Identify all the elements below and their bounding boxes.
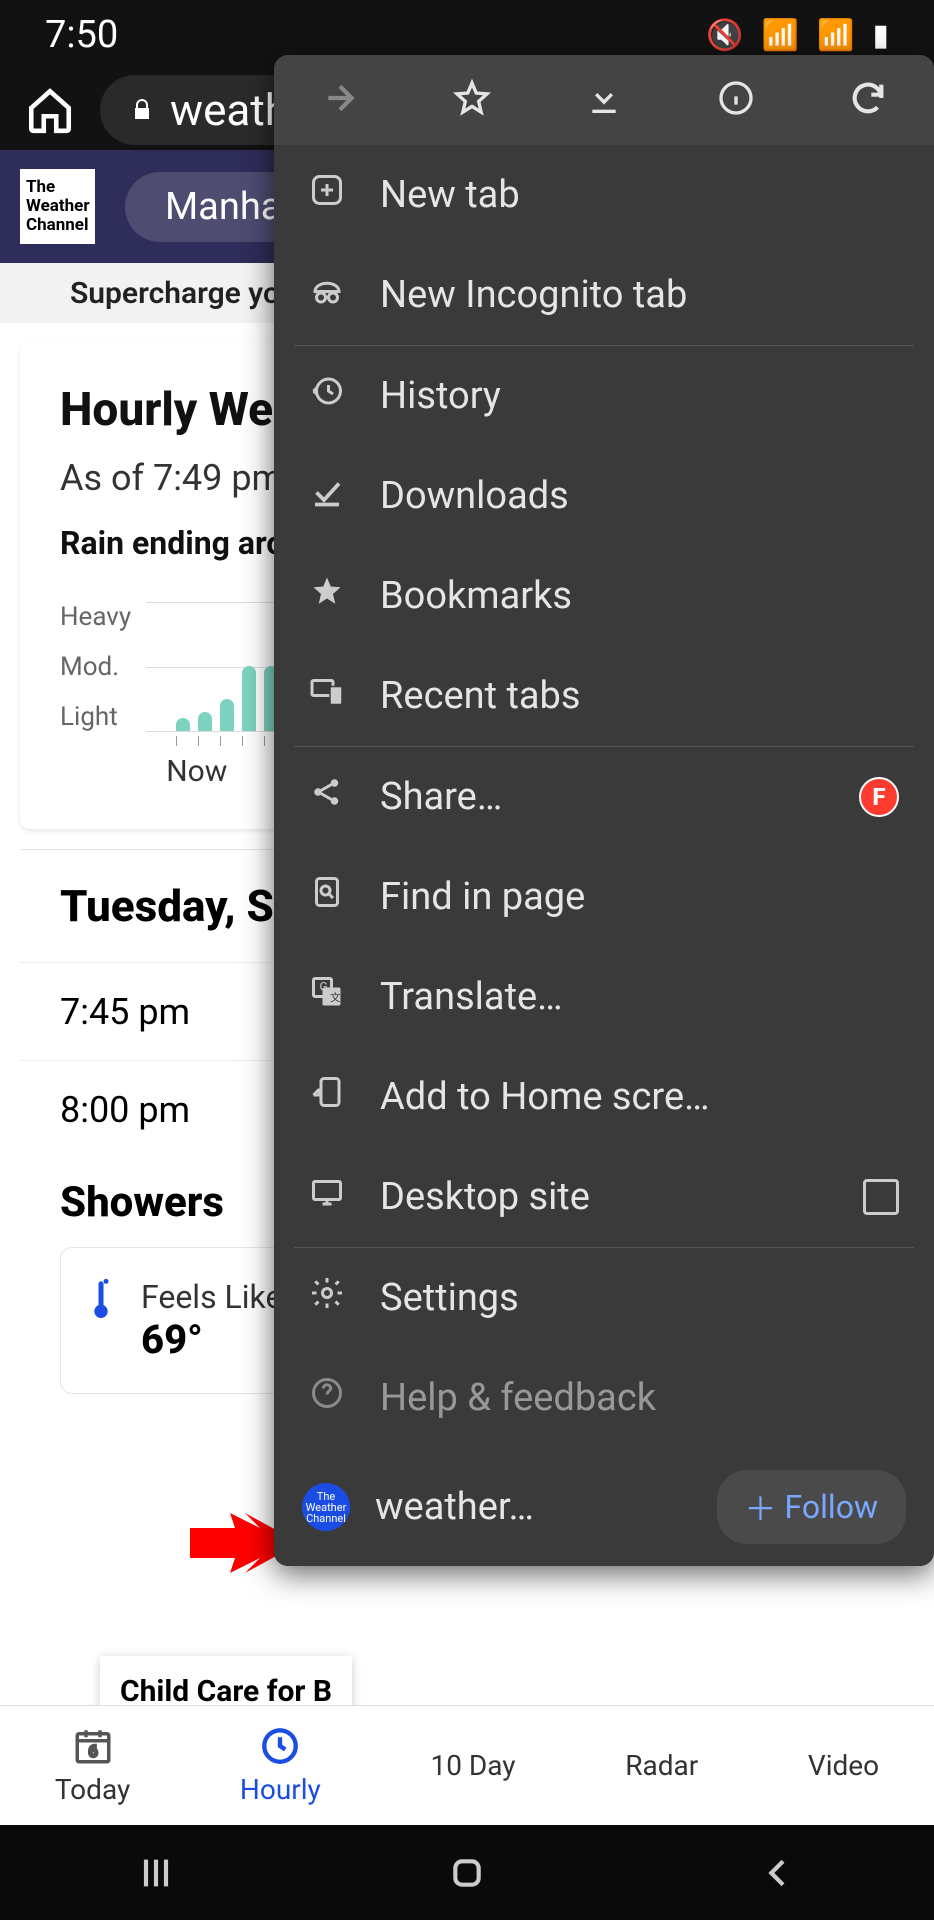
svg-text:G: G: [320, 980, 328, 994]
hour-time: 7:45 pm: [60, 991, 230, 1033]
download-button[interactable]: [584, 78, 624, 122]
tab-today[interactable]: 6 Today: [55, 1725, 130, 1806]
download-done-icon: [309, 473, 345, 519]
menu-item-help-feedback[interactable]: Help & feedback: [274, 1348, 934, 1448]
chart-bar: [176, 718, 190, 731]
hour-time: 8:00 pm: [60, 1089, 230, 1131]
desktop-site-checkbox[interactable]: [863, 1179, 899, 1215]
clock: 7:50: [45, 13, 118, 57]
menu-item-label: Bookmarks: [380, 574, 572, 618]
bookmark-button[interactable]: [452, 78, 492, 122]
find-icon: [309, 874, 345, 920]
tab-hourly[interactable]: Hourly: [240, 1725, 321, 1806]
menu-item-label: Recent tabs: [380, 674, 581, 718]
menu-item-recent-tabs[interactable]: Recent tabs: [274, 646, 934, 746]
menu-item-label: Add to Home scre…: [380, 1075, 710, 1119]
menu-item-label: New Incognito tab: [380, 273, 687, 317]
help-icon: [309, 1375, 345, 1421]
back-icon[interactable]: [758, 1853, 798, 1893]
menu-item-history[interactable]: History: [274, 346, 934, 446]
bottom-tabs: 6 Today Hourly 10 Day Radar Video: [0, 1705, 934, 1825]
menu-item-downloads[interactable]: Downloads: [274, 446, 934, 546]
chart-bar: [198, 712, 212, 732]
feels-label: Feels Like: [141, 1278, 282, 1316]
tab-radar[interactable]: Radar: [625, 1749, 698, 1782]
menu-item-add-to-home-scre[interactable]: Add to Home scre…: [274, 1047, 934, 1147]
mute-icon: 🔇: [706, 18, 743, 53]
menu-item-label: Desktop site: [380, 1175, 590, 1219]
home-nav-icon[interactable]: [447, 1853, 487, 1893]
home-icon[interactable]: [25, 85, 75, 135]
plus-box-icon: [309, 172, 345, 218]
add-home-icon: [309, 1074, 345, 1120]
tab-video[interactable]: Video: [808, 1749, 879, 1782]
menu-item-label: History: [380, 374, 501, 418]
menu-item-label: Find in page: [380, 875, 585, 919]
chart-bar: [242, 666, 256, 731]
chrome-menu: New tab New Incognito tab History Downloads…: [274, 55, 934, 1566]
forward-button[interactable]: [320, 78, 360, 122]
menu-item-desktop-site[interactable]: Desktop site: [274, 1147, 934, 1247]
svg-text:文: 文: [330, 991, 341, 1004]
ad-title: Child Care for B: [120, 1674, 332, 1709]
menu-item-label: Settings: [380, 1276, 519, 1320]
wifi-icon: 📶: [762, 18, 799, 53]
tab-10day[interactable]: 10 Day: [430, 1749, 515, 1782]
calendar-icon: 6: [72, 1725, 114, 1767]
menu-footer: TheWeatherChannel weather… ＋ Follow: [274, 1448, 934, 1566]
menu-item-bookmarks[interactable]: Bookmarks: [274, 546, 934, 646]
android-nav: [0, 1825, 934, 1920]
menu-item-translate[interactable]: G文 Translate…: [274, 947, 934, 1047]
menu-item-label: Help & feedback: [380, 1376, 656, 1420]
twc-logo[interactable]: The Weather Channel: [20, 169, 95, 244]
info-button[interactable]: [716, 78, 756, 122]
menu-item-new-incognito-tab[interactable]: New Incognito tab: [274, 245, 934, 345]
incognito-icon: [309, 272, 345, 318]
clock-icon: [259, 1725, 301, 1767]
plus-icon: ＋: [745, 1484, 777, 1530]
translate-icon: G文: [309, 974, 345, 1020]
menu-item-label: Downloads: [380, 474, 569, 518]
follow-button[interactable]: ＋ Follow: [717, 1470, 906, 1544]
site-name: weather…: [375, 1485, 692, 1529]
site-favicon: TheWeatherChannel: [302, 1483, 350, 1531]
menu-item-share[interactable]: Share… F: [274, 747, 934, 847]
share-icon: [309, 774, 345, 820]
menu-item-new-tab[interactable]: New tab: [274, 145, 934, 245]
gear-icon: [309, 1275, 345, 1321]
svg-text:6: 6: [88, 1742, 97, 1761]
menu-item-find-in-page[interactable]: Find in page: [274, 847, 934, 947]
battery-icon: ▮: [872, 18, 889, 53]
menu-item-settings[interactable]: Settings: [274, 1248, 934, 1348]
chart-ylabels: Heavy Mod. Light: [60, 602, 131, 732]
menu-item-label: Share…: [380, 775, 502, 819]
menu-item-label: New tab: [380, 173, 520, 217]
recents-icon[interactable]: [136, 1853, 176, 1893]
menu-toolbar: [274, 55, 934, 145]
lock-icon: [130, 95, 154, 125]
signal-icon: 📶: [817, 18, 854, 53]
history-icon: [309, 373, 345, 419]
thermometer-icon: [91, 1278, 111, 1318]
refresh-button[interactable]: [848, 78, 888, 122]
feels-value: 69°: [141, 1316, 282, 1363]
menu-item-label: Translate…: [380, 975, 563, 1019]
status-icons: 🔇 📶 📶 ▮: [706, 18, 889, 53]
devices-icon: [309, 673, 345, 719]
desktop-icon: [309, 1174, 345, 1220]
star-filled-icon: [309, 573, 345, 619]
chart-bar: [220, 699, 234, 732]
share-app-badge: F: [859, 777, 899, 817]
